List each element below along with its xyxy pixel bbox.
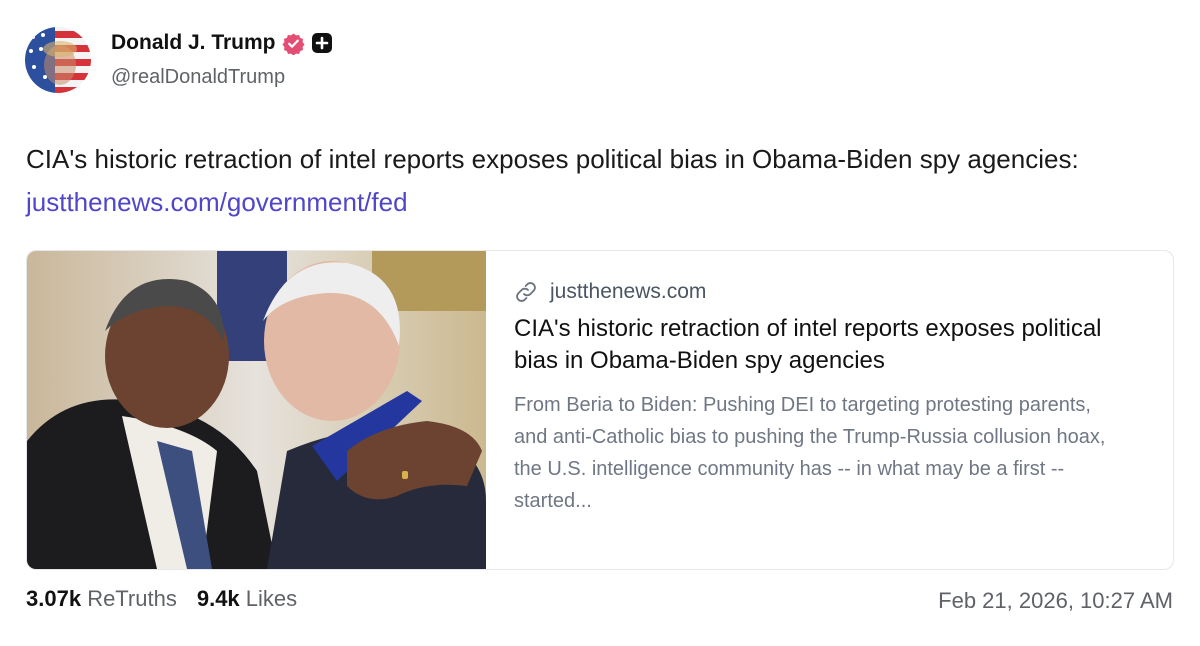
card-title: CIA's historic retraction of intel repor… — [514, 315, 1102, 374]
card-body: justthenews.com CIA's historic retractio… — [514, 275, 1124, 517]
retruths-stat[interactable]: 3.07k ReTruths — [26, 586, 177, 612]
link-icon — [514, 280, 538, 304]
card-image — [27, 251, 486, 569]
retruths-count: 3.07k — [26, 586, 82, 611]
verified-badge-icon — [281, 32, 305, 55]
user-handle[interactable]: @realDonaldTrump — [111, 66, 285, 89]
truth-post: Donald J. Trump @realDonaldTrump CIA's h… — [0, 0, 1200, 646]
card-description: From Beria to Biden: Pushing DEI to targ… — [514, 394, 1106, 512]
post-timestamp[interactable]: Feb 21, 2026, 10:27 AM — [938, 588, 1173, 614]
post-stats: 3.07k ReTruths 9.4k Likes — [26, 586, 297, 612]
link-preview-card[interactable]: justthenews.com CIA's historic retractio… — [26, 250, 1174, 570]
plus-square-icon — [311, 32, 333, 54]
post-body: CIA's historic retraction of intel repor… — [26, 144, 1079, 174]
likes-count: 9.4k — [196, 586, 240, 611]
american-flag-portrait-icon — [25, 27, 91, 93]
post-text: CIA's historic retraction of intel repor… — [26, 138, 1166, 224]
display-name[interactable]: Donald J. Trump — [111, 31, 276, 55]
card-domain: justthenews.com — [550, 280, 707, 303]
likes-label: Likes — [245, 586, 298, 611]
post-link[interactable]: justthenews.com/government/fed — [26, 187, 408, 217]
retruths-label: ReTruths — [87, 586, 177, 611]
likes-stat[interactable]: 9.4k Likes — [197, 586, 297, 612]
avatar[interactable] — [25, 27, 91, 93]
